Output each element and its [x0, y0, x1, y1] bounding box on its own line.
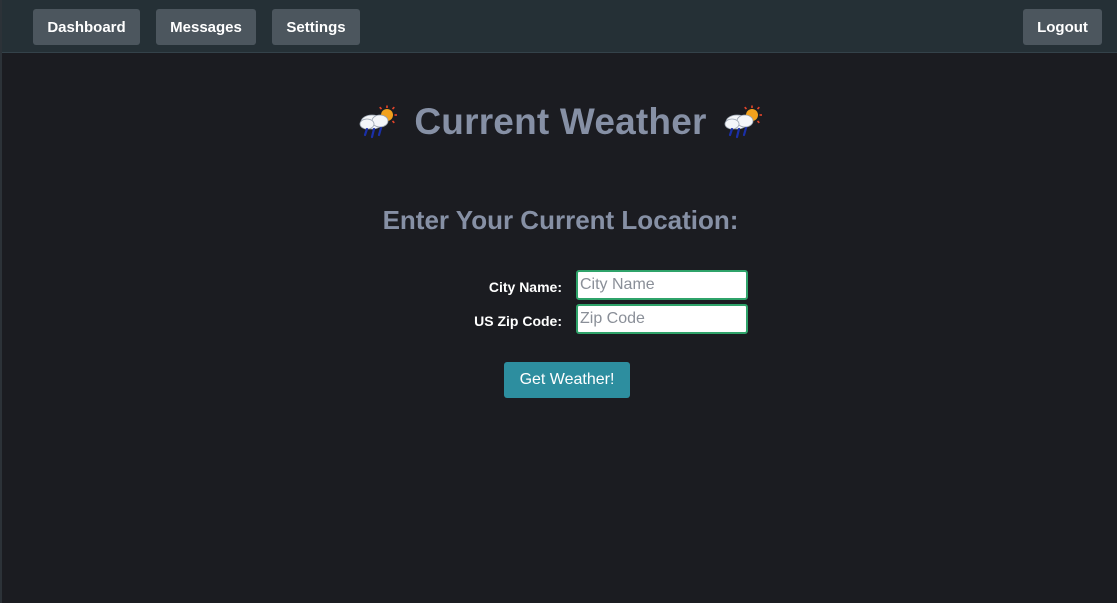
logout-button[interactable]: Logout: [1023, 9, 1102, 45]
top-navbar: Dashboard Messages Settings Logout: [2, 0, 1117, 53]
city-row: City Name:: [2, 270, 1117, 300]
city-name-input[interactable]: [576, 270, 748, 300]
zip-code-input[interactable]: [576, 304, 748, 334]
rain-sun-cloud-icon: [359, 105, 398, 139]
weather-page: Dashboard Messages Settings Logout Curre…: [0, 0, 1117, 603]
zip-row: US Zip Code:: [2, 304, 1117, 334]
dashboard-button[interactable]: Dashboard: [33, 9, 140, 45]
page-title: Current Weather: [414, 101, 707, 142]
get-weather-button[interactable]: Get Weather!: [504, 362, 630, 398]
settings-button[interactable]: Settings: [272, 9, 360, 45]
messages-button[interactable]: Messages: [156, 9, 256, 45]
zip-label: US Zip Code:: [474, 313, 562, 329]
location-heading: Enter Your Current Location:: [382, 205, 739, 235]
city-label: City Name:: [488, 279, 562, 295]
title-row: Current Weather: [2, 97, 1117, 147]
rain-sun-cloud-icon: [724, 105, 762, 139]
